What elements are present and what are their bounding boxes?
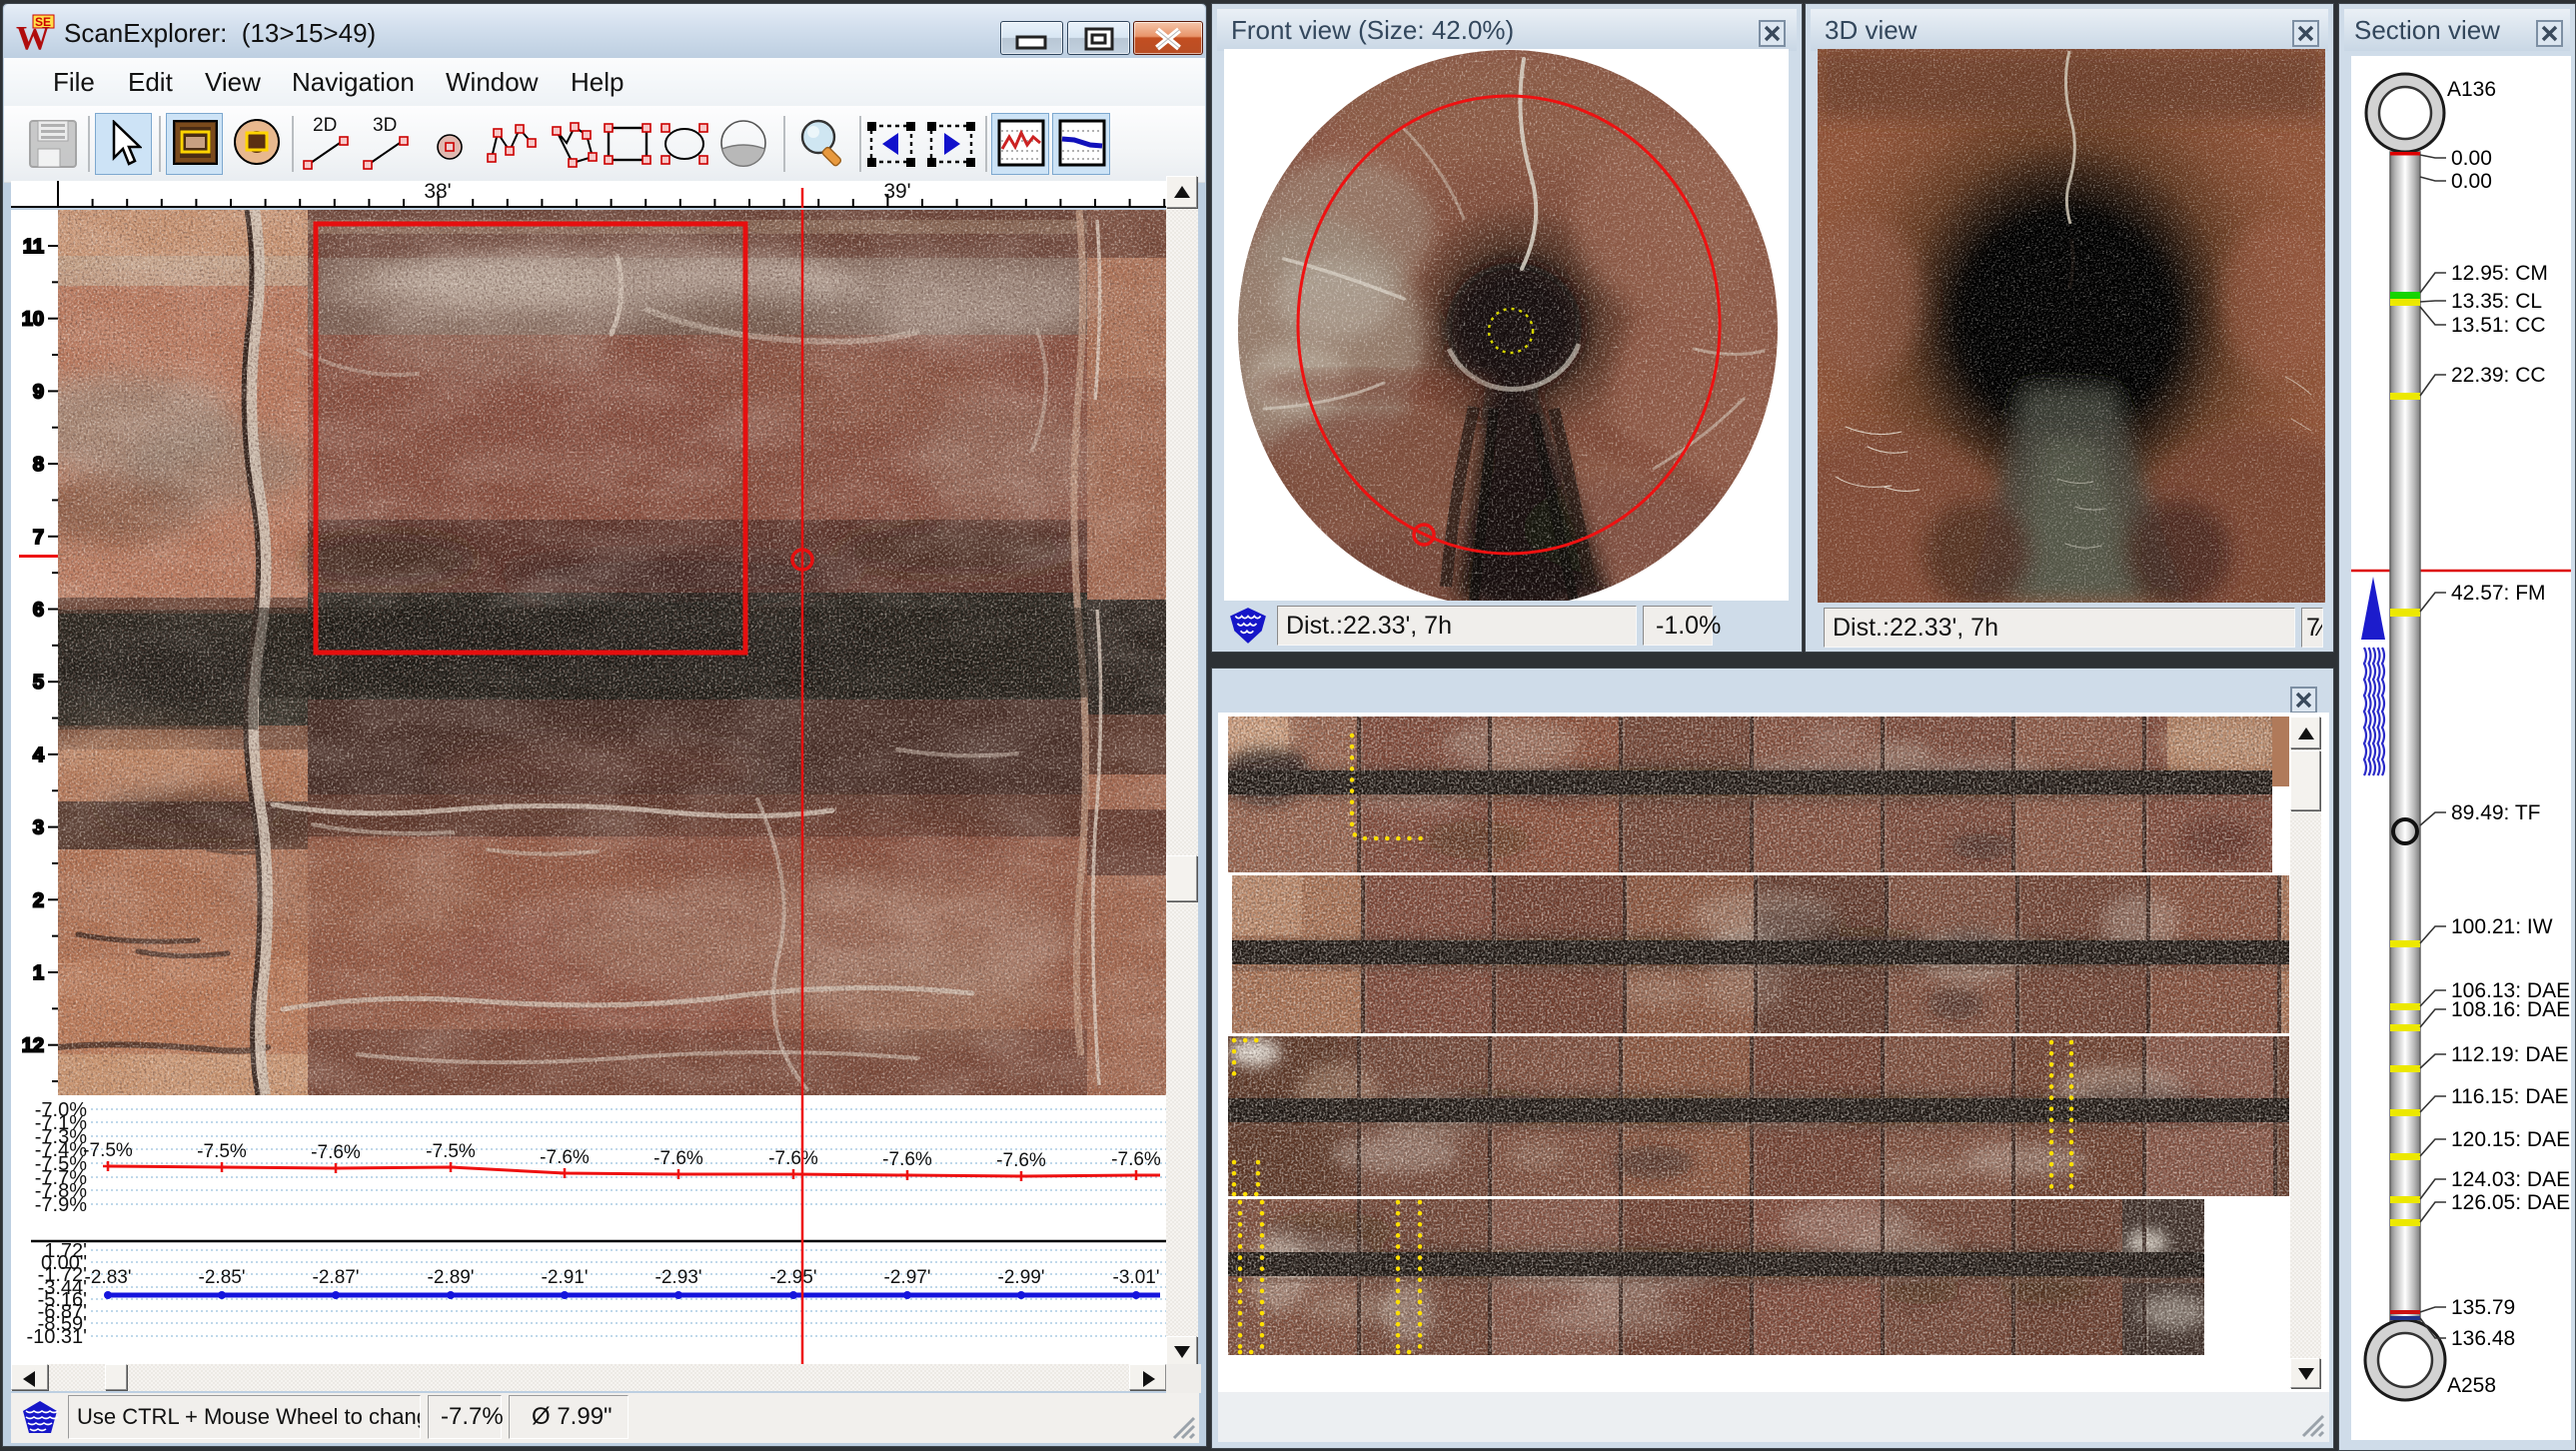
svg-text:-7.6%: -7.6% <box>311 1142 361 1163</box>
svg-text:-2.93': -2.93' <box>655 1267 702 1288</box>
svg-text:13.35: CL: 13.35: CL <box>2451 290 2542 313</box>
svg-text:0.00: 0.00 <box>2451 147 2492 170</box>
svg-text:-2.95': -2.95' <box>770 1267 817 1288</box>
svg-text:-7.6%: -7.6% <box>653 1148 703 1169</box>
svg-text:3D: 3D <box>373 115 397 136</box>
svg-text:13.51: CC: 13.51: CC <box>2451 314 2546 337</box>
svg-text:-7.6%: -7.6% <box>996 1150 1046 1171</box>
svg-text:-7.5%: -7.5% <box>197 1141 247 1162</box>
svg-text:124.03: DAE: 124.03: DAE <box>2451 1168 2570 1191</box>
svg-text:-2.91': -2.91' <box>542 1267 589 1288</box>
svg-text:-7.5%: -7.5% <box>426 1141 476 1162</box>
svg-text:12: 12 <box>22 1035 44 1057</box>
svg-text:5: 5 <box>33 672 44 694</box>
svg-text:6: 6 <box>33 600 44 622</box>
svg-text:-7.9%: -7.9% <box>35 1194 87 1216</box>
svg-text:135.79: 135.79 <box>2451 1296 2515 1319</box>
svg-text:-7.6%: -7.6% <box>540 1147 590 1168</box>
svg-text:-2.83': -2.83' <box>85 1267 132 1288</box>
svg-text:-2.97': -2.97' <box>884 1267 931 1288</box>
svg-text:-7.6%: -7.6% <box>768 1148 818 1169</box>
svg-text:W: W <box>16 20 50 53</box>
svg-text:100.21: IW: 100.21: IW <box>2451 915 2553 938</box>
svg-text:-7.6%: -7.6% <box>882 1149 932 1170</box>
svg-text:7: 7 <box>33 527 44 549</box>
svg-text:42.57: FM: 42.57: FM <box>2451 582 2546 605</box>
svg-text:108.16: DAE: 108.16: DAE <box>2451 998 2570 1021</box>
svg-text:-2.87': -2.87' <box>313 1267 360 1288</box>
svg-text:4: 4 <box>33 744 45 766</box>
svg-text:38': 38' <box>424 181 451 203</box>
svg-text:89.49: TF: 89.49: TF <box>2451 801 2541 824</box>
svg-text:-10.31': -10.31' <box>26 1326 87 1348</box>
svg-text:-2.89': -2.89' <box>428 1267 475 1288</box>
svg-text:A258: A258 <box>2447 1374 2496 1397</box>
svg-text:-2.85': -2.85' <box>199 1267 246 1288</box>
svg-text:136.48: 136.48 <box>2451 1327 2515 1350</box>
svg-text:-3.01': -3.01' <box>1113 1267 1160 1288</box>
svg-text:-7.5%: -7.5% <box>83 1140 133 1161</box>
svg-text:12.95: CM: 12.95: CM <box>2451 262 2548 285</box>
svg-text:-2.99': -2.99' <box>998 1267 1045 1288</box>
svg-text:0.00: 0.00 <box>2451 170 2492 193</box>
svg-text:112.19: DAE: 112.19: DAE <box>2451 1043 2569 1066</box>
svg-text:2D: 2D <box>313 115 337 136</box>
svg-text:-7.6%: -7.6% <box>1111 1149 1161 1170</box>
svg-text:10: 10 <box>22 309 44 331</box>
svg-text:9: 9 <box>33 381 44 403</box>
svg-text:126.05: DAE: 126.05: DAE <box>2451 1191 2570 1214</box>
svg-text:1: 1 <box>33 962 44 984</box>
svg-text:116.15: DAE: 116.15: DAE <box>2451 1085 2569 1108</box>
svg-text:3: 3 <box>33 817 44 839</box>
svg-text:2: 2 <box>33 889 44 911</box>
svg-text:11: 11 <box>23 236 44 258</box>
svg-text:A136: A136 <box>2447 78 2496 101</box>
svg-text:39': 39' <box>883 181 910 203</box>
svg-text:120.15: DAE: 120.15: DAE <box>2451 1128 2570 1151</box>
svg-text:8: 8 <box>33 454 44 476</box>
svg-text:22.39: CC: 22.39: CC <box>2451 364 2546 387</box>
